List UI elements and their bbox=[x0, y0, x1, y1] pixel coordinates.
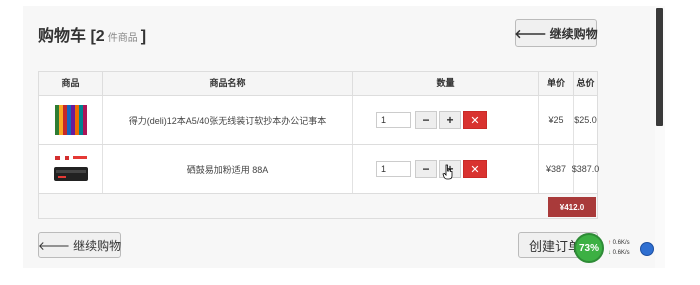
scrollbar-thumb[interactable] bbox=[656, 8, 663, 126]
continue-shopping-bottom-label: 继续购物 bbox=[73, 238, 122, 253]
decrement-button[interactable]: − bbox=[415, 111, 437, 129]
row-total: $387.0 bbox=[571, 164, 600, 174]
upload-speed: 0.6K/s bbox=[612, 240, 630, 246]
network-speeds: ↑ 0.6K/s ↓ 0.6K/s bbox=[608, 238, 630, 258]
product-name[interactable]: 硒鼓易加粉适用 88A bbox=[103, 145, 353, 193]
unit-price: ¥387 bbox=[539, 145, 574, 193]
decrement-button[interactable]: − bbox=[415, 160, 437, 178]
grand-total: ¥412.0 bbox=[548, 197, 596, 217]
accelerator-ball-icon[interactable] bbox=[640, 242, 654, 256]
download-arrow-icon: ↓ bbox=[608, 250, 611, 256]
header-total: 总价 bbox=[576, 78, 595, 88]
title-close: ] bbox=[140, 28, 147, 45]
arrow-left-icon: 🡐 bbox=[37, 238, 71, 253]
product-name[interactable]: 得力(deli)12本A5/40张无线装订软抄本办公记事本 bbox=[103, 96, 353, 144]
table-row: 得力(deli)12本A5/40张无线装订软抄本办公记事本 1 − + ✕ ¥2… bbox=[39, 96, 597, 145]
header-quantity: 数量 bbox=[353, 72, 539, 95]
hand-cursor-icon bbox=[442, 164, 453, 180]
remove-item-button[interactable]: ✕ bbox=[463, 111, 487, 129]
toner-cartridge-image[interactable] bbox=[53, 151, 89, 187]
table-footer: ¥412.0 bbox=[39, 194, 597, 218]
product-thumbnail-cell bbox=[39, 96, 103, 144]
quantity-input[interactable]: 1 bbox=[376, 112, 411, 128]
cart-table: 商品 商品名称 数量 单价 总价 得力(deli)12本A5/40张无线装订软抄… bbox=[38, 71, 600, 219]
quantity-stepper: 1 − + ✕ bbox=[353, 96, 539, 144]
table-header: 商品 商品名称 数量 单价 总价 bbox=[39, 72, 597, 96]
title-open: [2 bbox=[90, 28, 105, 45]
page-title: 购物车 [2 件商品] bbox=[38, 22, 146, 46]
notebook-colorful-image[interactable] bbox=[53, 102, 89, 138]
arrow-left-icon: 🡐 bbox=[514, 26, 547, 41]
header-product-name: 商品名称 bbox=[103, 72, 353, 95]
upload-arrow-icon: ↑ bbox=[608, 240, 611, 246]
network-speed-widget[interactable]: 73% ↑ 0.6K/s ↓ 0.6K/s bbox=[574, 233, 658, 265]
increment-button[interactable]: + bbox=[439, 111, 461, 129]
title-main: 购物车 bbox=[38, 28, 87, 45]
network-usage-percent: 73% bbox=[574, 233, 604, 263]
header-unit-price: 单价 bbox=[539, 72, 574, 95]
continue-shopping-top-label: 继续购物 bbox=[549, 26, 598, 41]
continue-shopping-top-button[interactable]: 🡐 继续购物 bbox=[514, 19, 598, 47]
quantity-input[interactable]: 1 bbox=[376, 161, 411, 177]
title-count-label: 件商品 bbox=[107, 33, 138, 44]
unit-price: ¥25 bbox=[539, 96, 574, 144]
row-total: $25.0 bbox=[574, 115, 597, 125]
table-row: 硒鼓易加粉适用 88A 1 − + ✕ ¥387 $387.0 bbox=[39, 145, 600, 194]
header-product: 商品 bbox=[39, 72, 103, 95]
remove-item-button[interactable]: ✕ bbox=[463, 160, 487, 178]
continue-shopping-bottom-button[interactable]: 🡐 继续购物 bbox=[38, 232, 121, 258]
download-speed: 0.6K/s bbox=[612, 250, 630, 256]
product-thumbnail-cell bbox=[39, 145, 103, 193]
